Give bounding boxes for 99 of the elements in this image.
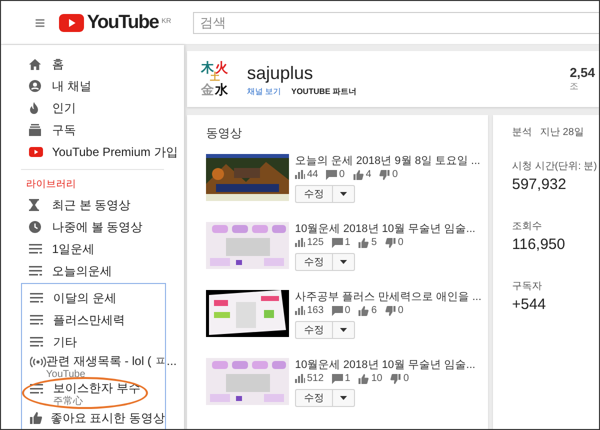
edit-button[interactable]: 수정: [295, 389, 333, 407]
view-count: 163: [307, 305, 324, 316]
dropdown-button[interactable]: [333, 253, 355, 271]
playlist-owner: YouTube: [46, 369, 86, 380]
comment-count: 0: [344, 305, 350, 316]
metric-value: 597,932: [512, 176, 568, 193]
account-icon: [29, 80, 41, 92]
channel-name: sajuplus: [247, 62, 314, 84]
metric-label: 조회수: [512, 220, 543, 233]
thumbs-down-icon: [379, 170, 390, 180]
metric-label: 시청 시간(단위: 분): [512, 160, 598, 173]
thumbs-up-icon: [358, 238, 370, 248]
period-label: 지난 28일: [540, 126, 584, 139]
comment-icon: [332, 306, 343, 316]
hourglass-icon: [29, 199, 39, 211]
bar-chart-icon: [295, 238, 305, 247]
thumbs-up-icon: [358, 306, 370, 316]
flame-icon: [29, 102, 39, 114]
sidebar-item[interactable]: 인기: [52, 100, 76, 116]
dropdown-button[interactable]: [333, 185, 355, 203]
dislike-count: 0: [398, 237, 404, 248]
playlist-owner: 주常心: [53, 396, 84, 407]
comment-count: 1: [344, 237, 350, 248]
section-title: 동영상: [206, 125, 243, 142]
broadcast-icon: [30, 356, 46, 368]
metric-value: +544: [512, 296, 547, 313]
thumbs-down-icon: [384, 238, 396, 248]
bar-chart-icon: [295, 306, 305, 315]
sidebar-item[interactable]: 보이스한자 부수: [53, 380, 140, 396]
view-count: 44: [307, 169, 318, 180]
playlist-icon: [29, 244, 42, 254]
partner-label: YOUTUBE 파트너: [291, 86, 357, 96]
sidebar-item[interactable]: 구독: [52, 122, 76, 138]
thumbs-down-icon: [390, 374, 402, 384]
clock-icon: [29, 221, 41, 233]
video-title[interactable]: 10월운세 2018년 10월 무술년 임술...: [295, 358, 476, 372]
dislike-count: 0: [403, 373, 409, 384]
like-count: 4: [366, 169, 372, 180]
like-count: 10: [371, 373, 382, 384]
metric-label: 구독자: [512, 280, 543, 293]
dislike-count: 0: [392, 169, 398, 180]
sidebar-item[interactable]: 홈: [52, 56, 64, 72]
playlist-icon: [30, 315, 43, 325]
subscriber-count: 2,54: [570, 65, 595, 80]
edit-button[interactable]: 수정: [295, 253, 333, 271]
sidebar-item[interactable]: 내 채널: [52, 78, 92, 94]
logo-text[interactable]: YouTube: [87, 12, 158, 34]
thumbs-up-icon: [30, 412, 42, 424]
dislike-count: 0: [398, 305, 404, 316]
sidebar-item[interactable]: 최근 본 동영상: [52, 197, 131, 213]
playlist-icon: [29, 266, 42, 276]
search-field[interactable]: 검색: [193, 12, 599, 34]
play-logo-icon[interactable]: [59, 14, 84, 32]
video-title[interactable]: 오늘의 운세 2018년 9월 8일 토요일 ...: [295, 154, 480, 168]
comment-icon: [326, 170, 338, 180]
thumbs-up-icon: [352, 170, 364, 180]
video-title[interactable]: 10월운세 2018년 10월 무술년 임술...: [295, 222, 476, 236]
analytics-title: 분석: [512, 126, 532, 139]
bar-chart-icon: [295, 170, 305, 179]
playlist-icon: [30, 337, 43, 347]
playlist-icon: [30, 293, 43, 303]
sidebar-item[interactable]: 오늘의운세: [52, 263, 112, 279]
comment-icon: [332, 238, 343, 248]
view-channel-link[interactable]: 채널 보기: [247, 86, 282, 96]
view-count: 512: [307, 373, 324, 384]
play-logo-icon: [29, 147, 43, 157]
subscriber-label: 조: [570, 80, 580, 93]
section-heading: 라이브러리: [25, 178, 77, 192]
comment-count: 0: [339, 169, 345, 180]
caret-icon: [340, 260, 347, 264]
comment-count: 1: [344, 373, 350, 384]
caret-icon: [340, 192, 347, 196]
view-count: 125: [307, 237, 324, 248]
metric-value: 116,950: [512, 236, 566, 253]
home-icon: [29, 58, 41, 70]
sidebar-item[interactable]: 기타: [53, 334, 77, 350]
comment-icon: [332, 374, 343, 384]
sidebar-item[interactable]: YouTube Premium 가입: [52, 144, 178, 160]
thumbs-down-icon: [384, 306, 396, 316]
sidebar-item[interactable]: 플러스만세력: [53, 312, 125, 328]
bar-chart-icon: [295, 374, 305, 383]
caret-icon: [340, 328, 347, 332]
dropdown-button[interactable]: [333, 389, 355, 407]
subscriptions-icon: [29, 124, 41, 136]
sidebar-item[interactable]: 이달의 운세: [53, 290, 116, 306]
like-count: 5: [371, 237, 377, 248]
playlist-icon: [30, 384, 43, 394]
video-title[interactable]: 사주공부 플러스 만세력으로 애인을 ...: [295, 290, 482, 304]
caret-icon: [340, 396, 347, 400]
edit-button[interactable]: 수정: [295, 321, 333, 339]
like-count: 6: [371, 305, 377, 316]
channel-logo: 木火 土 金水: [201, 61, 229, 97]
sidebar-item[interactable]: 좋아요 표시한 동영상: [50, 410, 165, 426]
sidebar-item[interactable]: 관련 재생목록 - lol ( ㅍ...: [46, 353, 177, 369]
thumbs-up-icon: [358, 374, 370, 384]
edit-button[interactable]: 수정: [295, 185, 333, 203]
dropdown-button[interactable]: [333, 321, 355, 339]
sidebar-item[interactable]: 나중에 볼 동영상: [52, 219, 143, 235]
sidebar-item[interactable]: 1일운세: [52, 241, 95, 257]
